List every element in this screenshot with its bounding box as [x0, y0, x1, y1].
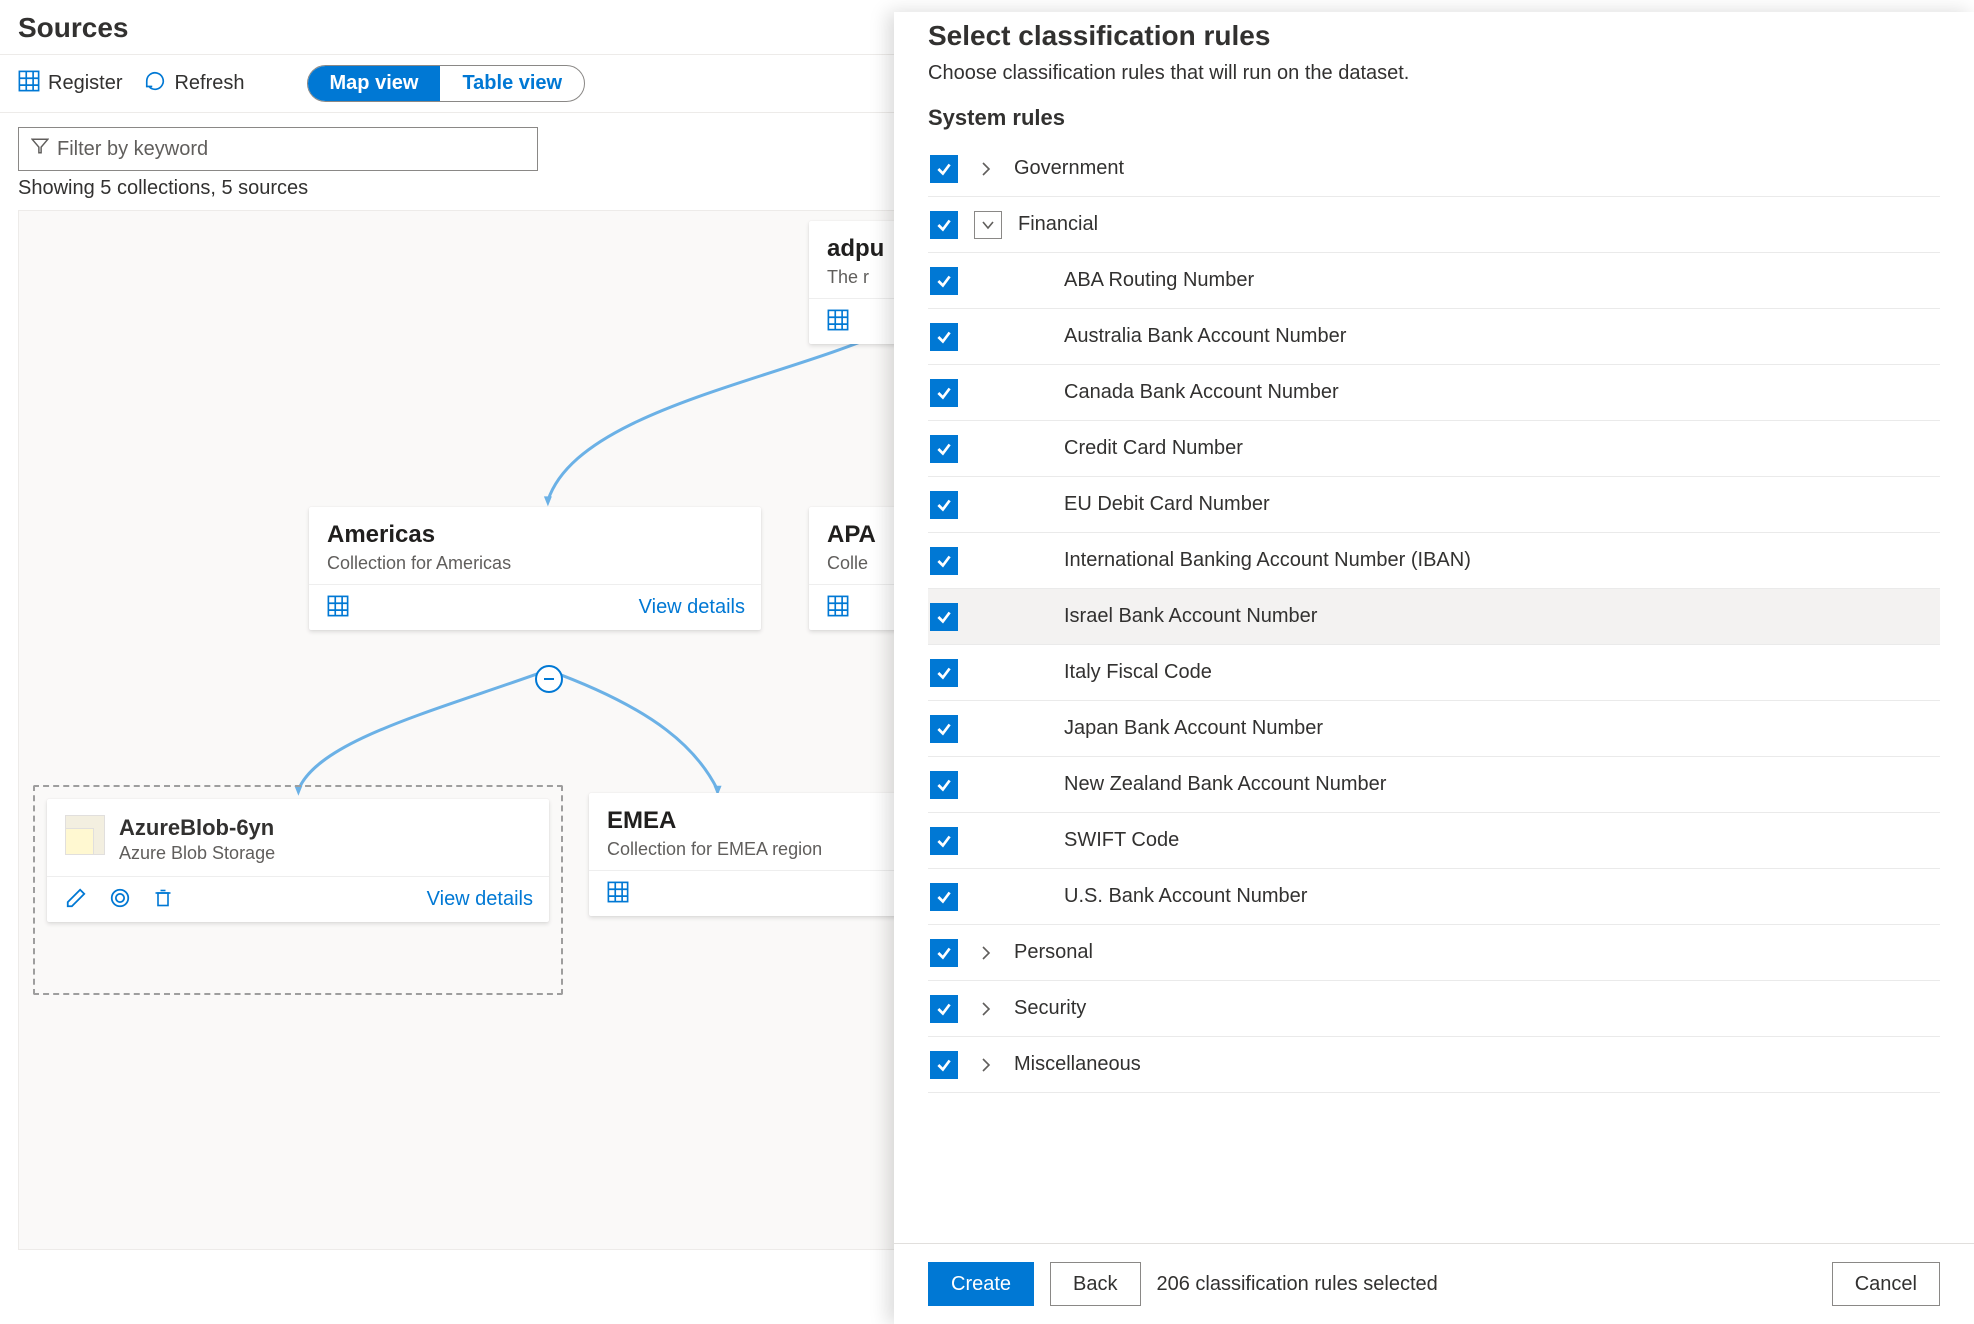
- register-button[interactable]: Register: [18, 70, 122, 98]
- chevron-right-icon[interactable]: [974, 161, 998, 177]
- grid-icon[interactable]: [607, 881, 629, 906]
- checkbox-icon[interactable]: [930, 547, 958, 575]
- rule-item-row[interactable]: Japan Bank Account Number: [928, 701, 1940, 757]
- rule-category-row[interactable]: Personal: [928, 925, 1940, 981]
- checkbox-icon[interactable]: [930, 435, 958, 463]
- rule-item-label: U.S. Bank Account Number: [1064, 885, 1307, 908]
- view-details-link[interactable]: View details: [427, 888, 533, 911]
- rule-item-label: International Banking Account Number (IB…: [1064, 549, 1471, 572]
- rule-category-label: Security: [1014, 997, 1086, 1020]
- checkbox-icon[interactable]: [930, 323, 958, 351]
- checkbox-icon[interactable]: [930, 715, 958, 743]
- chevron-right-icon[interactable]: [974, 1057, 998, 1073]
- checkbox-icon[interactable]: [930, 939, 958, 967]
- chevron-right-icon[interactable]: [974, 1001, 998, 1017]
- grid-icon[interactable]: [827, 595, 849, 620]
- checkbox-icon[interactable]: [930, 827, 958, 855]
- rule-category-label: Personal: [1014, 941, 1093, 964]
- rule-item-label: ABA Routing Number: [1064, 269, 1254, 292]
- rule-item-row[interactable]: SWIFT Code: [928, 813, 1940, 869]
- checkbox-icon[interactable]: [930, 267, 958, 295]
- refresh-icon: [144, 70, 166, 98]
- collapse-node-icon[interactable]: [535, 665, 563, 693]
- rule-category-row[interactable]: Financial: [928, 197, 1940, 253]
- rule-item-row[interactable]: Italy Fiscal Code: [928, 645, 1940, 701]
- panel-title: Select classification rules: [928, 20, 1940, 52]
- target-icon[interactable]: [109, 887, 131, 912]
- selection-status: 206 classification rules selected: [1157, 1273, 1438, 1296]
- rule-category-row[interactable]: Government: [928, 141, 1940, 197]
- rule-item-label: EU Debit Card Number: [1064, 493, 1270, 516]
- collection-card-americas[interactable]: Americas Collection for Americas View de…: [309, 507, 761, 630]
- rule-item-row[interactable]: Israel Bank Account Number: [928, 589, 1940, 645]
- refresh-button[interactable]: Refresh: [144, 70, 244, 98]
- grid-icon[interactable]: [827, 309, 849, 334]
- filter-icon: [31, 137, 49, 161]
- rule-category-label: Miscellaneous: [1014, 1053, 1141, 1076]
- rule-category-label: Financial: [1018, 213, 1098, 236]
- rule-item-label: Japan Bank Account Number: [1064, 717, 1323, 740]
- card-title: Americas: [327, 521, 743, 549]
- checkbox-icon[interactable]: [930, 603, 958, 631]
- grid-icon: [18, 70, 40, 98]
- rule-item-row[interactable]: New Zealand Bank Account Number: [928, 757, 1940, 813]
- back-button[interactable]: Back: [1050, 1262, 1140, 1306]
- rule-item-row[interactable]: International Banking Account Number (IB…: [928, 533, 1940, 589]
- azure-blob-icon: [65, 815, 105, 855]
- filter-input[interactable]: Filter by keyword: [18, 127, 538, 171]
- table-view-tab[interactable]: Table view: [440, 66, 584, 101]
- rule-item-label: Australia Bank Account Number: [1064, 325, 1346, 348]
- source-title: AzureBlob-6yn: [119, 815, 275, 841]
- system-rules-heading: System rules: [928, 105, 1940, 131]
- classification-rules-panel: Select classification rules Choose class…: [894, 12, 1974, 1324]
- card-subtitle: Collection for Americas: [327, 553, 743, 574]
- checkbox-icon[interactable]: [930, 211, 958, 239]
- panel-description: Choose classification rules that will ru…: [928, 62, 1940, 85]
- create-button[interactable]: Create: [928, 1262, 1034, 1306]
- delete-icon[interactable]: [153, 887, 173, 912]
- checkbox-icon[interactable]: [930, 771, 958, 799]
- view-toggle: Map view Table view: [307, 65, 586, 102]
- checkbox-icon[interactable]: [930, 1051, 958, 1079]
- rule-item-label: New Zealand Bank Account Number: [1064, 773, 1386, 796]
- checkbox-icon[interactable]: [930, 995, 958, 1023]
- rule-item-label: Credit Card Number: [1064, 437, 1243, 460]
- edit-icon[interactable]: [65, 887, 87, 912]
- map-view-tab[interactable]: Map view: [308, 66, 441, 101]
- rule-category-row[interactable]: Miscellaneous: [928, 1037, 1940, 1093]
- checkbox-icon[interactable]: [930, 491, 958, 519]
- chevron-down-icon[interactable]: [974, 211, 1002, 239]
- rule-item-label: Israel Bank Account Number: [1064, 605, 1317, 628]
- checkbox-icon[interactable]: [930, 659, 958, 687]
- rule-category-row[interactable]: Security: [928, 981, 1940, 1037]
- view-details-link[interactable]: View details: [639, 596, 745, 619]
- rule-item-label: SWIFT Code: [1064, 829, 1179, 852]
- checkbox-icon[interactable]: [930, 883, 958, 911]
- rule-item-row[interactable]: ABA Routing Number: [928, 253, 1940, 309]
- checkbox-icon[interactable]: [930, 379, 958, 407]
- rule-item-row[interactable]: Canada Bank Account Number: [928, 365, 1940, 421]
- source-subtitle: Azure Blob Storage: [119, 843, 275, 864]
- rule-item-label: Canada Bank Account Number: [1064, 381, 1339, 404]
- chevron-right-icon[interactable]: [974, 945, 998, 961]
- cancel-button[interactable]: Cancel: [1832, 1262, 1940, 1306]
- grid-icon[interactable]: [327, 595, 349, 620]
- rule-item-row[interactable]: EU Debit Card Number: [928, 477, 1940, 533]
- checkbox-icon[interactable]: [930, 155, 958, 183]
- source-wrapper: AzureBlob-6yn Azure Blob Storage View de…: [33, 785, 563, 995]
- source-card-azureblob[interactable]: AzureBlob-6yn Azure Blob Storage View de…: [47, 799, 549, 922]
- rule-item-label: Italy Fiscal Code: [1064, 661, 1212, 684]
- rule-item-row[interactable]: U.S. Bank Account Number: [928, 869, 1940, 925]
- rule-category-label: Government: [1014, 157, 1124, 180]
- rule-item-row[interactable]: Australia Bank Account Number: [928, 309, 1940, 365]
- rule-item-row[interactable]: Credit Card Number: [928, 421, 1940, 477]
